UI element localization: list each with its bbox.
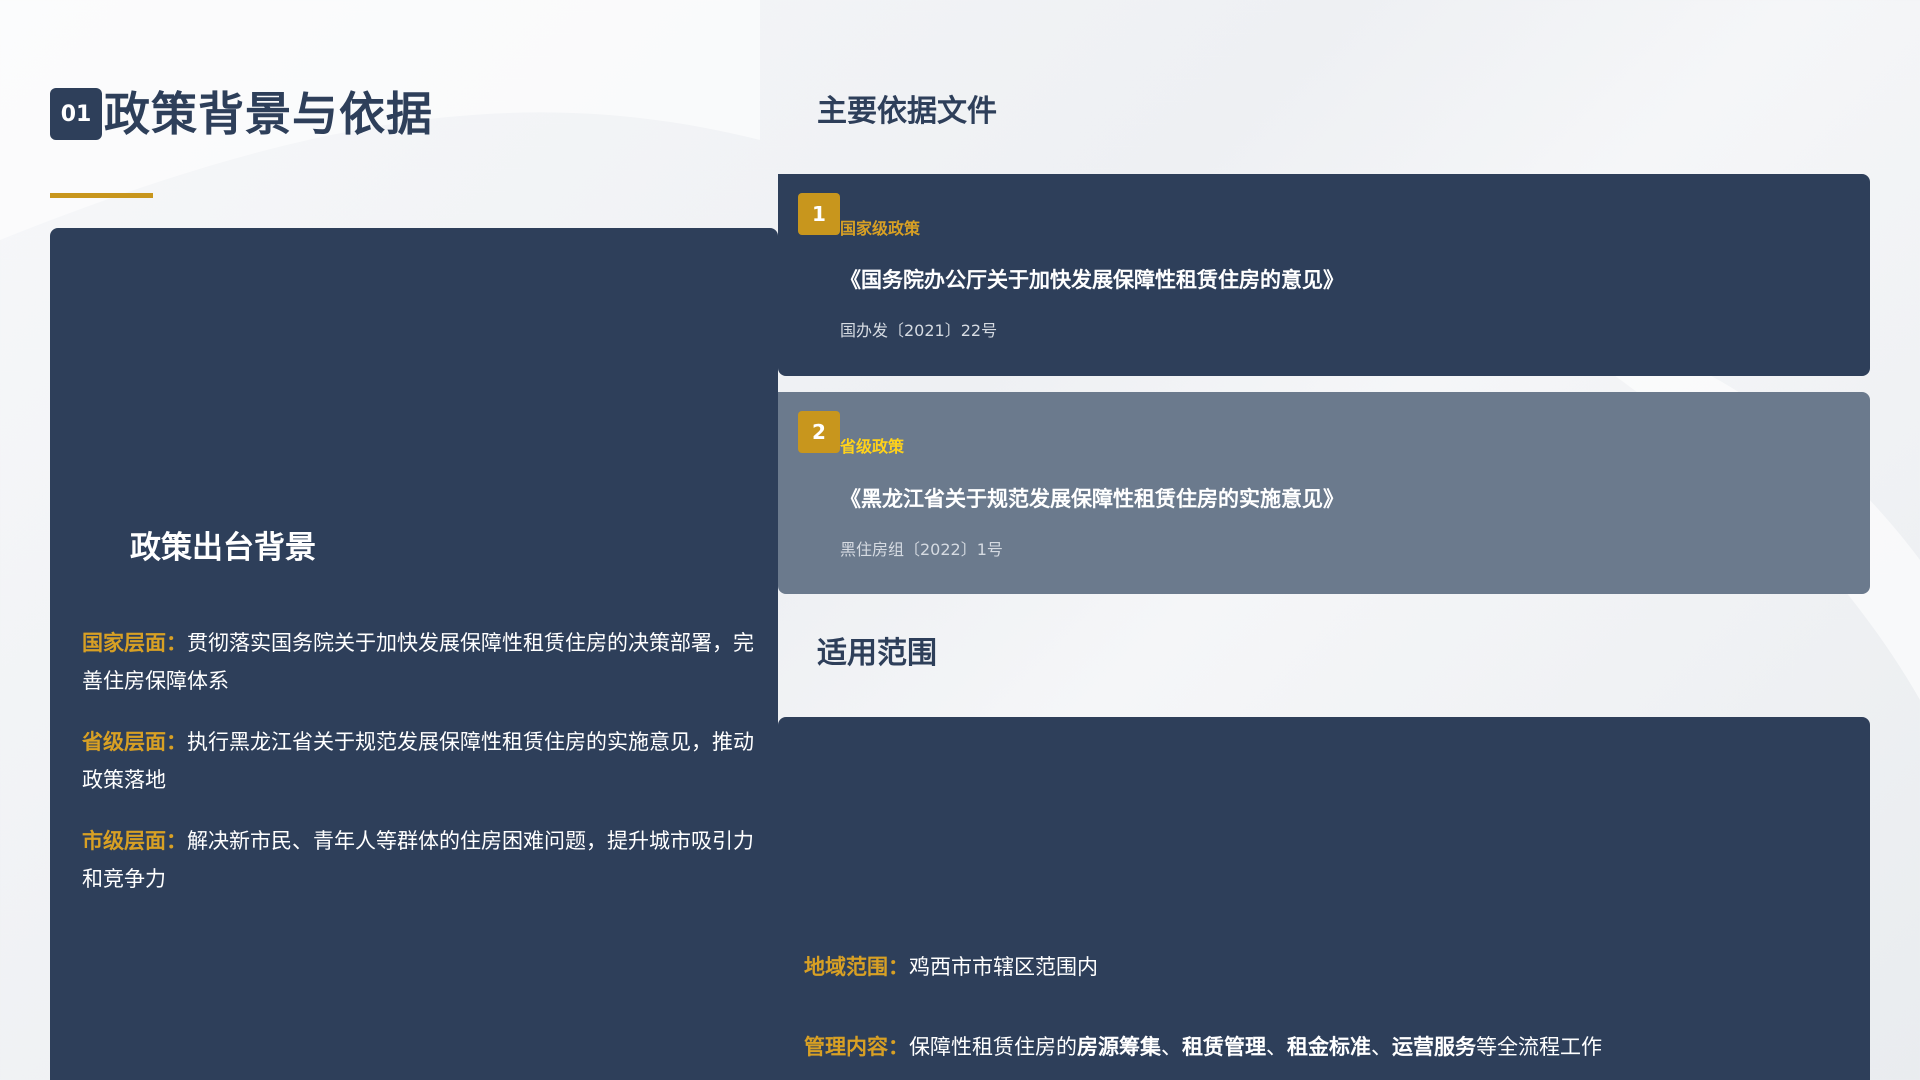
policy-document-number: 国办发〔2021〕22号 [840,321,998,340]
scope-heading: 适用范围 [817,636,937,671]
scope-keyword: 运营服务 [1392,1035,1476,1059]
scope-region-label: 地域范围： [804,955,909,979]
policy-document-number: 黑住房组〔2022〕1号 [840,540,1003,559]
background-item-national: 国家层面：贯彻落实国务院关于加快发展保障性租赁住房的决策部署，完善住房保障体系 [82,624,762,700]
policy-document-name: 《黑龙江省关于规范发展保障性租赁住房的实施意见》 [840,487,1344,511]
scope-management-suffix: 等全流程工作 [1476,1035,1602,1059]
title-underline [50,193,153,198]
scope-keyword: 房源筹集 [1077,1035,1161,1059]
policy-index-badge: 2 [798,411,840,453]
section-number-badge: 01 [50,88,102,140]
background-item-label: 市级层面： [82,829,187,853]
scope-management: 管理内容：保障性租赁住房的房源筹集、租赁管理、租金标准、运营服务等全流程工作 [804,1032,1602,1062]
scope-separator: 、 [1161,1035,1182,1059]
scope-region: 地域范围：鸡西市市辖区范围内 [804,952,1098,982]
scope-card [778,717,1870,1080]
policy-level-label: 国家级政策 [840,219,921,238]
scope-region-text: 鸡西市市辖区范围内 [909,955,1098,979]
scope-separator: 、 [1266,1035,1287,1059]
scope-separator: 、 [1371,1035,1392,1059]
policy-index-badge: 1 [798,193,840,235]
documents-heading: 主要依据文件 [817,94,997,129]
scope-management-prefix: 保障性租赁住房的 [909,1035,1077,1059]
scope-keyword: 租金标准 [1287,1035,1371,1059]
background-heading: 政策出台背景 [130,530,316,566]
background-item-label: 国家层面： [82,631,187,655]
background-item-municipal: 市级层面：解决新市民、青年人等群体的住房困难问题，提升城市吸引力和竞争力 [82,822,762,898]
scope-management-label: 管理内容： [804,1035,909,1059]
background-item-label: 省级层面： [82,730,187,754]
policy-level-label: 省级政策 [840,437,905,456]
policy-document-name: 《国务院办公厅关于加快发展保障性租赁住房的意见》 [840,268,1344,292]
page-title: 政策背景与依据 [104,87,433,141]
background-item-provincial: 省级层面：执行黑龙江省关于规范发展保障性租赁住房的实施意见，推动政策落地 [82,723,762,799]
scope-keyword: 租赁管理 [1182,1035,1266,1059]
